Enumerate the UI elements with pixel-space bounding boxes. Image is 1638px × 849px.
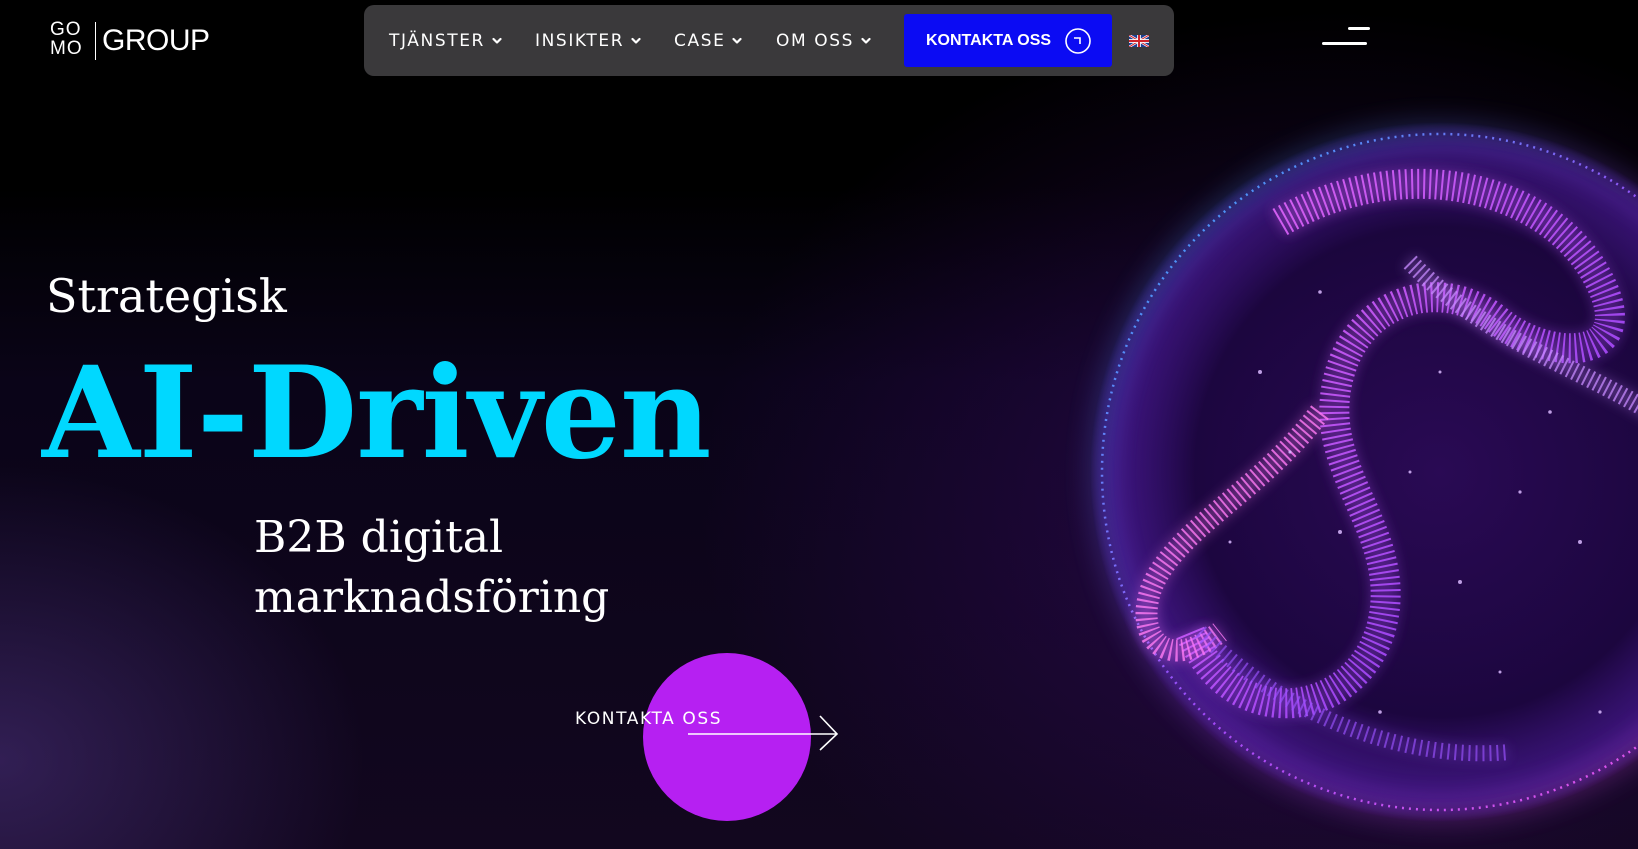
gomo-group-logo[interactable]: GO MO GROUP [50,20,220,64]
logo-gomo-mark: GO MO [50,20,83,58]
chevron-down-icon [861,37,871,44]
main-navbar: TJÄNSTER INSIKTER CASE OM OSS KONTAKTA O… [364,5,1174,76]
chevron-down-icon [631,37,641,44]
particle-sphere-illustration [1090,122,1638,822]
nav-item-label: INSIKTER [535,30,625,51]
nav-contact-button[interactable]: KONTAKTA OSS [904,14,1112,67]
chevron-down-icon [732,37,743,44]
arrow-right-icon [688,715,839,751]
nav-item-insikter[interactable]: INSIKTER [535,5,641,76]
logo-bottom-text: MO [50,38,83,59]
uk-flag-icon[interactable] [1129,35,1149,47]
nav-item-label: OM OSS [776,30,855,51]
hero-eyebrow: Strategisk [46,269,287,323]
nav-item-tjanster[interactable]: TJÄNSTER [389,5,502,76]
contact-circle-icon [1065,28,1091,54]
nav-contact-label: KONTAKTA OSS [926,32,1052,49]
logo-top-text: GO [50,19,82,40]
nav-item-case[interactable]: CASE [674,5,743,76]
hamburger-menu-icon[interactable] [1322,24,1370,48]
landing-page: GO MO GROUP TJÄNSTER INSIKTER CASE OM OS… [0,0,1638,849]
logo-divider [95,22,96,60]
nav-item-label: CASE [674,30,726,51]
hero-title: AI-Driven [42,339,711,487]
hamburger-line-bottom [1322,42,1367,45]
nav-item-label: TJÄNSTER [389,30,485,51]
hero-subtitle: B2B digital marknadsföring [254,512,610,623]
nav-item-om-oss[interactable]: OM OSS [776,5,871,76]
hero-contact-button[interactable]: KONTAKTA OSS [570,650,850,825]
chevron-down-icon [492,37,502,44]
hamburger-line-top [1348,27,1370,30]
logo-group-text: GROUP [102,24,210,57]
